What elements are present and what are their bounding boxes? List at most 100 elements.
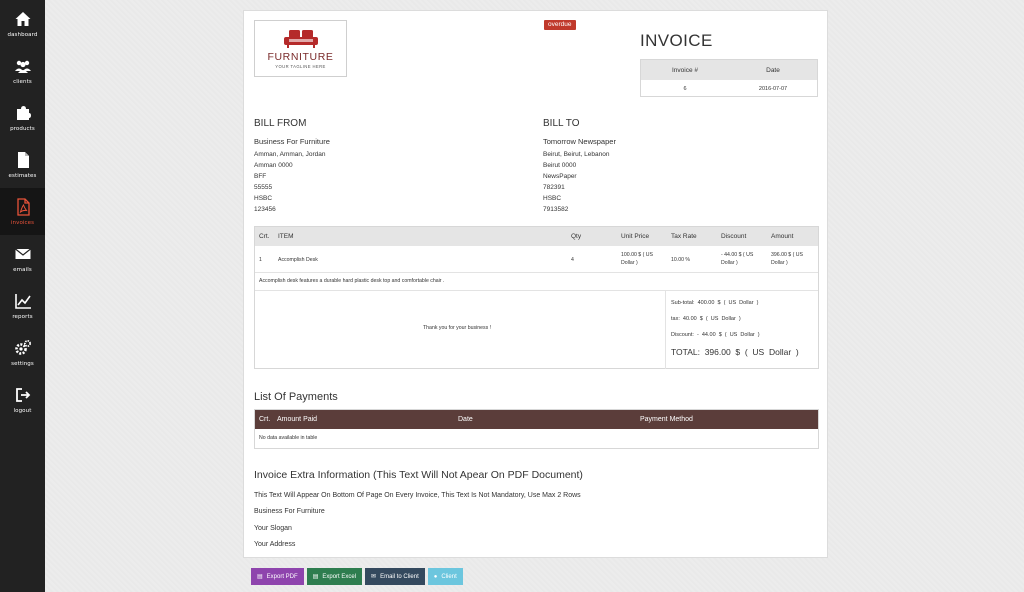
col-header-amount: Amount [771, 233, 794, 240]
bill-to-name: Tomorrow Newspaper [543, 137, 616, 146]
item-crt: 1 [259, 257, 262, 263]
pay-col-date: Date [458, 416, 473, 423]
sidebar-item-label: logout [13, 407, 32, 414]
invoice-meta-table: Invoice # Date 6 2016-07-07 [640, 59, 818, 97]
sidebar-item-label: clients [13, 78, 32, 85]
meta-header-row: Invoice # Date [641, 60, 817, 80]
bill-from-line: 55555 [254, 184, 273, 191]
bill-to-line: NewsPaper [543, 173, 577, 180]
tax-value: tax: 40.00 $ ( US Dollar ) [671, 316, 741, 322]
col-header-discount: Discount [721, 233, 747, 240]
col-header-qty: Qty [571, 233, 582, 240]
logout-icon [14, 386, 32, 404]
button-label: Export PDF [266, 573, 298, 580]
item-name: Accomplish Desk [278, 257, 318, 263]
sidebar-item-label: estimates [8, 172, 37, 179]
bill-to-line: 782391 [543, 184, 565, 191]
extra-info-line: Business For Furniture [254, 508, 325, 515]
action-bar: ▤ Export PDF ▤ Export Excel ✉ Email to C… [251, 568, 463, 585]
sidebar-item-label: dashboard [7, 31, 38, 38]
col-header-item: ITEM [278, 233, 294, 240]
export-excel-button[interactable]: ▤ Export Excel [306, 568, 363, 585]
item-amount: 396.00 $ ( US Dollar ) [771, 252, 804, 266]
company-logo: FURNITURE YOUR TAGLINE HERE [254, 20, 347, 77]
total-value: TOTAL: 396.00 $ ( US Dollar ) [671, 347, 799, 357]
chart-icon [14, 292, 32, 310]
export-pdf-button[interactable]: ▤ Export PDF [251, 568, 304, 585]
invoice-number: 6 [683, 85, 687, 92]
subtotal-value: Sub-total: 400.00 $ ( US Dollar ) [671, 300, 759, 306]
sidebar-item-settings[interactable]: settings [0, 329, 45, 376]
thank-you-note: Thank you for your business ! [423, 325, 492, 331]
sidebar-item-estimates[interactable]: estimates [0, 141, 45, 188]
totals-divider [665, 291, 666, 369]
envelope-icon [14, 245, 32, 263]
button-label: Email to Client [380, 573, 419, 580]
payments-empty-message: No data available in table [259, 435, 318, 441]
bill-to-line: 7913582 [543, 206, 569, 213]
item-tax-rate: 10.00 % [671, 257, 691, 263]
bill-from-name: Business For Furniture [254, 137, 330, 146]
bill-from-line: Amman 0000 [254, 162, 293, 169]
sidebar-item-label: reports [12, 313, 33, 320]
sidebar-item-reports[interactable]: reports [0, 282, 45, 329]
meta-header-invoice-number: Invoice # [671, 66, 699, 74]
meta-header-date: Date [766, 66, 780, 74]
button-label: Export Excel [322, 573, 357, 580]
item-unit-price: 100.00 $ ( US Dollar ) [621, 252, 654, 266]
bill-to-line: Beirut, Beirut, Lebanon [543, 151, 610, 158]
pdf-file-icon [14, 197, 32, 216]
gears-icon [14, 339, 32, 357]
button-label: Client [441, 573, 457, 580]
col-header-tax-rate: Tax Rate [671, 233, 697, 240]
client-button[interactable]: ● Client [427, 568, 463, 585]
sidebar-item-label: invoices [10, 219, 35, 226]
file-icon: ▤ [312, 574, 319, 580]
sidebar-item-label: settings [11, 360, 34, 367]
bill-from-line: Amman, Amman, Jordan [254, 151, 326, 158]
sidebar-item-dashboard[interactable]: dashboard [0, 0, 45, 47]
pay-col-payment-method: Payment Method [640, 416, 693, 423]
col-header-unit-price: Unit Price [621, 233, 650, 240]
invoice-title: INVOICE [640, 31, 713, 50]
home-icon [14, 10, 32, 28]
sidebar-item-logout[interactable]: logout [0, 376, 45, 423]
discount-value: Discount: - 44.00 $ ( US Dollar ) [671, 332, 760, 338]
document-icon [14, 151, 32, 169]
extra-info-line: Your Slogan [254, 525, 292, 532]
envelope-icon: ✉ [371, 574, 377, 580]
item-qty: 4 [571, 257, 574, 263]
extra-info-title: Invoice Extra Information (This Text Wil… [254, 469, 583, 481]
user-icon: ● [433, 573, 438, 580]
sidebar-item-label: emails [13, 266, 32, 273]
sofa-logo-icon [283, 29, 318, 48]
users-icon [14, 57, 32, 75]
row-divider [255, 272, 818, 273]
file-icon: ▤ [257, 574, 263, 580]
col-header-crt: Crt. [259, 233, 270, 240]
invoice-paper: FURNITURE YOUR TAGLINE HERE overdue INVO… [243, 10, 828, 558]
item-description: Accomplish desk features a durable hard … [259, 278, 445, 284]
bill-from-title: BILL FROM [254, 118, 307, 129]
puzzle-icon [14, 104, 32, 122]
sidebar-item-products[interactable]: products [0, 94, 45, 141]
payments-title: List Of Payments [254, 391, 338, 403]
logo-tagline-text: YOUR TAGLINE HERE [275, 63, 326, 69]
sidebar-item-invoices[interactable]: invoices [0, 188, 45, 235]
meta-value-row: 6 2016-07-07 [641, 80, 817, 97]
pay-col-crt: Crt. [259, 416, 271, 423]
status-badge: overdue [544, 20, 576, 30]
sidebar-item-emails[interactable]: emails [0, 235, 45, 282]
payments-table: Crt. Amount Paid Date Payment Method No … [254, 409, 819, 449]
payments-header-row: Crt. Amount Paid Date Payment Method [255, 410, 818, 429]
email-to-client-button[interactable]: ✉ Email to Client [365, 568, 425, 585]
bill-to-title: BILL TO [543, 118, 580, 129]
invoice-date: 2016-07-07 [758, 85, 788, 92]
extra-info-line: Your Address [254, 541, 296, 548]
extra-info-line: This Text Will Appear On Bottom Of Page … [254, 492, 581, 499]
sidebar-item-label: products [10, 125, 35, 132]
sidebar-item-clients[interactable]: clients [0, 47, 45, 94]
items-table: Crt. ITEM Qty Unit Price Tax Rate Discou… [254, 226, 819, 369]
pay-col-amount-paid: Amount Paid [277, 416, 318, 423]
bill-to-line: Beirut 0000 [543, 162, 577, 169]
